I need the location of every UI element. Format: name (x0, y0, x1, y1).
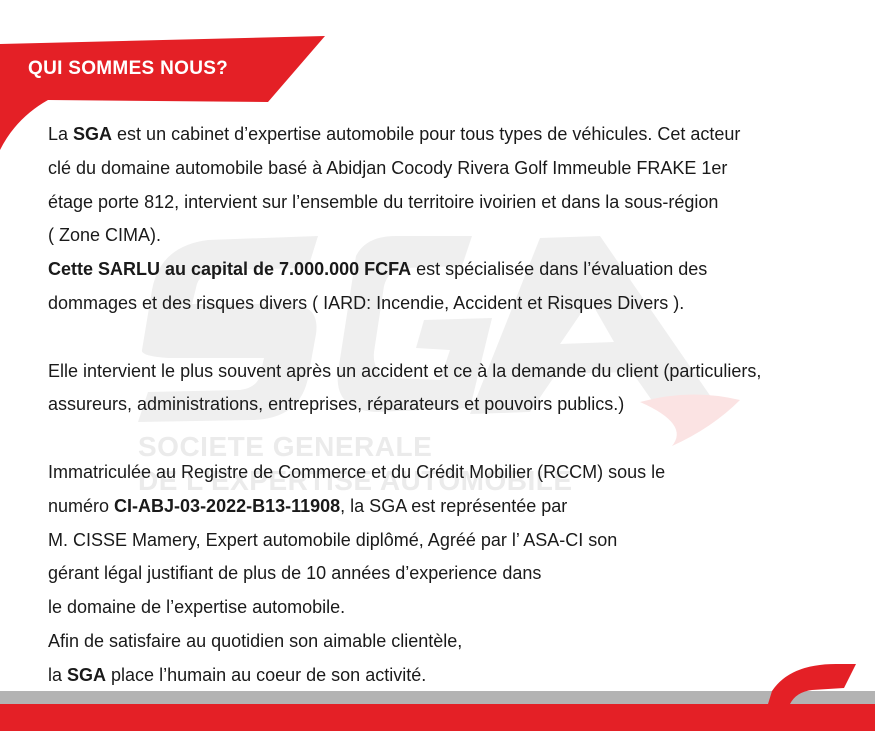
footer-gray-stripe (0, 691, 875, 704)
text-line: ( Zone CIMA). (48, 225, 162, 246)
text-line: Cette SARLU au capital de 7.000.000 FCFA… (48, 259, 708, 280)
text-line: Afin de satisfaire au quotidien son aima… (48, 630, 463, 651)
text-line: M. CISSE Mamery, Expert automobile diplô… (48, 529, 618, 550)
company-name: SGA (73, 124, 113, 144)
text-line: assureurs, administrations, entreprises,… (48, 394, 625, 415)
text-line: dommages et des risques divers ( IARD: I… (48, 292, 685, 313)
text-line: La SGA est un cabinet d’expertise automo… (48, 124, 741, 144)
text-line: Elle intervient le plus souvent après un… (48, 360, 762, 381)
company-name: SGA (67, 664, 107, 685)
text-line: étage porte 812, intervient sur l’ensemb… (48, 191, 719, 212)
rccm-number: CI-ABJ-03-2022-B13-11908 (114, 495, 341, 516)
text-line: gérant légal justifiant de plus de 10 an… (48, 563, 542, 584)
about-text: La SGA est un cabinet d’expertise automo… (48, 118, 848, 693)
text-line: clé du domaine automobile basé à Abidjan… (48, 157, 728, 178)
capital-statement: Cette SARLU au capital de 7.000.000 FCFA (48, 259, 412, 280)
page-title: QUI SOMMES NOUS? (28, 58, 229, 79)
text-line: la SGA place l’humain au coeur de son ac… (48, 664, 427, 685)
text-line: Immatriculée au Registre de Commerce et … (48, 461, 666, 482)
text-line: le domaine de l’expertise automobile. (48, 597, 346, 618)
footer-red-bar (0, 704, 875, 731)
text-line: numéro CI-ABJ-03-2022-B13-11908, la SGA … (48, 495, 568, 516)
